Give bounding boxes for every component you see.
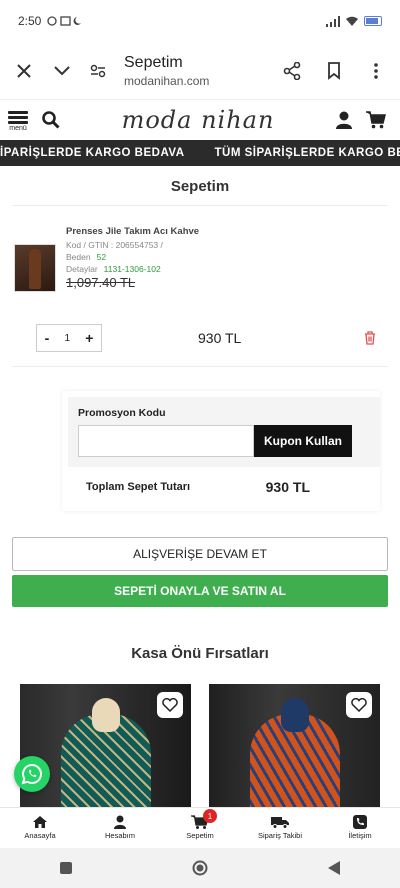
divider xyxy=(12,366,388,367)
home-icon xyxy=(33,816,47,828)
quantity-stepper: - 1 + xyxy=(36,324,102,352)
whatsapp-icon xyxy=(21,763,42,785)
nav-order-tracking[interactable]: Sipariş Takibi xyxy=(245,815,315,840)
product-image-head xyxy=(280,698,309,732)
size-label: Beden xyxy=(66,252,91,262)
truck-icon xyxy=(271,817,289,829)
continue-shopping-button[interactable]: ALIŞVERİŞE DEVAM ET xyxy=(12,537,388,571)
bottom-navigation: Anasayfa Hesabım Sepetim 1 Sipariş Takib… xyxy=(0,807,400,847)
site-settings-icon[interactable] xyxy=(84,57,112,85)
nav-label: Anasayfa xyxy=(24,831,56,840)
search-icon[interactable] xyxy=(42,111,60,129)
page-title-browser: Sepetim xyxy=(124,53,183,71)
site-logo[interactable]: moda nihan xyxy=(122,106,275,134)
heart-icon xyxy=(351,698,367,712)
promo-box: Promosyon Kodu Kupon Kullan Toplam Sepet… xyxy=(62,391,380,511)
nav-account[interactable]: Hesabım xyxy=(85,815,155,840)
cart-item: Prenses Jile Takım Acı Kahve Kod / GTIN … xyxy=(0,206,400,302)
total-value: 930 TL xyxy=(265,479,310,495)
whatsapp-button[interactable] xyxy=(14,756,50,792)
user-icon xyxy=(114,815,126,829)
promo-label: Promosyon Kodu xyxy=(78,407,166,419)
wifi-icon xyxy=(346,16,358,26)
close-icon[interactable] xyxy=(10,57,38,85)
item-price: 930 TL xyxy=(198,330,242,346)
deals-title: Kasa Önü Fırsatları xyxy=(131,645,269,662)
marquee-text: İPARİŞLERDE KARGO BEDAVA xyxy=(0,147,185,159)
nav-home[interactable]: Anasayfa xyxy=(5,815,75,840)
shipping-marquee: İPARİŞLERDE KARGO BEDAVA TÜM SİPARİŞLERD… xyxy=(0,140,400,166)
product-name[interactable]: Prenses Jile Takım Acı Kahve xyxy=(66,226,199,238)
notification-icons xyxy=(47,16,82,26)
cart-count-badge: 1 xyxy=(203,809,217,823)
nav-contact[interactable]: İletişim xyxy=(325,815,395,840)
promo-section: Promosyon Kodu Kupon Kullan xyxy=(68,397,380,467)
checkout-button[interactable]: SEPETİ ONAYLA VE SATIN AL xyxy=(12,575,388,607)
increase-button[interactable]: + xyxy=(85,330,93,346)
share-icon[interactable] xyxy=(278,57,306,85)
old-price: 1,097.40 TL xyxy=(66,275,136,290)
favorite-button[interactable] xyxy=(157,692,183,718)
url-display[interactable]: Sepetim modanihan.com xyxy=(112,54,278,88)
trash-icon[interactable] xyxy=(364,331,376,345)
page-title: Sepetim xyxy=(170,178,230,195)
hamburger-icon xyxy=(8,109,28,126)
home-button-icon[interactable] xyxy=(192,860,208,876)
nav-label: Hesabım xyxy=(104,831,135,840)
signal-icon xyxy=(326,15,340,27)
heart-icon xyxy=(162,698,178,712)
status-bar: 2:50 xyxy=(0,0,400,42)
recents-icon[interactable] xyxy=(60,862,72,874)
battery-icon xyxy=(364,16,382,26)
bookmark-icon[interactable] xyxy=(320,57,348,85)
user-icon[interactable] xyxy=(336,111,352,129)
nav-cart[interactable]: Sepetim 1 xyxy=(165,809,235,840)
product-code: Kod / GTIN : 206554753 / xyxy=(66,240,163,250)
detail-value: 1131-1306-102 xyxy=(103,264,161,274)
more-menu-icon[interactable] xyxy=(362,57,390,85)
back-icon[interactable] xyxy=(328,861,340,875)
product-thumbnail[interactable] xyxy=(14,244,56,292)
apply-coupon-button[interactable]: Kupon Kullan xyxy=(254,425,352,457)
nav-label: Sepetim xyxy=(186,831,214,840)
cart-icon[interactable] xyxy=(366,111,386,129)
status-time: 2:50 xyxy=(18,14,42,28)
nav-label: Sipariş Takibi xyxy=(257,831,303,840)
cart-total-row: Toplam Sepet Tutarı 930 TL xyxy=(68,467,380,505)
site-header: menü moda nihan xyxy=(0,100,400,140)
total-label: Toplam Sepet Tutarı xyxy=(86,481,191,493)
page-domain: modanihan.com xyxy=(124,73,210,88)
browser-toolbar: Sepetim modanihan.com xyxy=(0,42,400,100)
promo-code-input[interactable] xyxy=(78,425,254,457)
quantity-value[interactable]: 1 xyxy=(64,333,70,344)
size-value: 52 xyxy=(96,252,107,262)
chevron-down-icon[interactable] xyxy=(48,57,76,85)
marquee-text: TÜM SİPARİŞLERDE KARGO BEDAVA xyxy=(214,147,400,159)
menu-button[interactable]: menü xyxy=(8,109,28,132)
favorite-button[interactable] xyxy=(346,692,372,718)
nav-label: İletişim xyxy=(348,831,372,840)
decrease-button[interactable]: - xyxy=(45,330,50,346)
product-image-head xyxy=(91,698,120,732)
detail-label: Detaylar xyxy=(66,264,98,274)
item-details: Prenses Jile Takım Acı Kahve Kod / GTIN … xyxy=(56,226,199,292)
menu-label: menü xyxy=(9,124,27,132)
phone-icon xyxy=(353,815,367,829)
quantity-row: - 1 + 930 TL xyxy=(0,302,400,366)
system-navigation xyxy=(0,848,400,888)
